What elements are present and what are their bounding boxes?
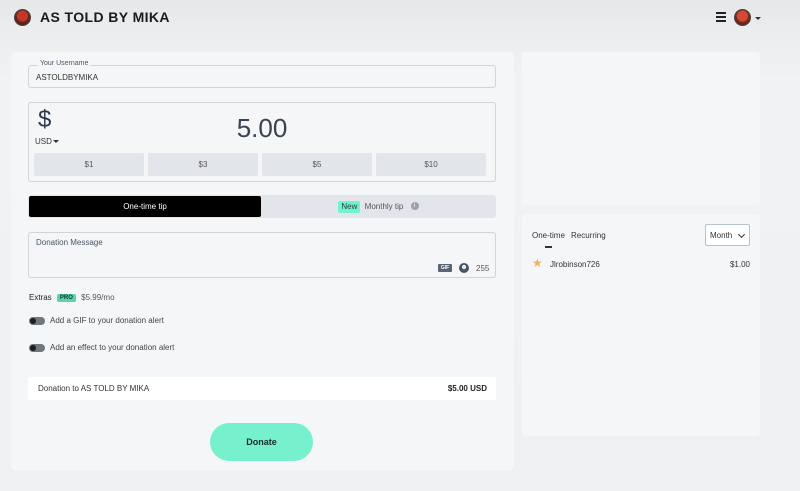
extras-row: Extras PRO $5.99/mo [29, 293, 115, 303]
gif-alert-label: Add a GIF to your donation alert [50, 316, 164, 325]
info-icon[interactable]: i [410, 201, 419, 210]
list-item: ★ Jlrobinson726 $1.00 [532, 256, 750, 271]
period-select[interactable]: Month [705, 224, 750, 246]
top-bar: AS TOLD BY MIKA [0, 0, 800, 40]
new-badge: New [338, 201, 361, 213]
monthly-tip-label: Monthly tip [364, 202, 404, 211]
preset-amount-button[interactable]: $10 [376, 153, 486, 176]
preset-amount-button[interactable]: $5 [262, 153, 372, 176]
chevron-down-icon [737, 230, 746, 239]
effect-alert-toggle[interactable] [29, 344, 45, 352]
amount-input[interactable]: 5.00 [29, 113, 495, 144]
donation-summary: Donation to AS TOLD BY MIKA $5.00 USD [28, 377, 496, 400]
tab-one-time[interactable]: One-time [532, 231, 565, 240]
gif-icon[interactable]: GIF [438, 264, 452, 272]
hamburger-menu-icon[interactable] [716, 12, 726, 22]
preset-amount-button[interactable]: $1 [34, 153, 144, 176]
username-label: Your Username [38, 60, 91, 67]
donation-message-field[interactable]: Donation Message GIF ☻ 255 [28, 232, 496, 278]
char-count: 255 [476, 264, 490, 273]
username-value[interactable]: ASTOLDBYMIKA [36, 73, 98, 82]
alert-preview-panel [522, 52, 760, 205]
user-avatar[interactable] [734, 9, 751, 26]
emoji-icon[interactable]: ☻ [459, 263, 469, 273]
donor-amount: $1.00 [729, 260, 750, 269]
page-title: AS TOLD BY MIKA [40, 9, 170, 25]
donor-name: Jlrobinson726 [550, 260, 600, 269]
one-time-tip-tab[interactable]: One-time tip [29, 196, 261, 217]
star-icon: ★ [532, 256, 543, 270]
donate-button[interactable]: Donate [210, 423, 313, 461]
tab-recurring[interactable]: Recurring [571, 231, 606, 240]
extras-price: $5.99/mo [81, 293, 115, 302]
summary-amount: $5.00 USD [447, 384, 487, 393]
username-field[interactable]: Your Username ASTOLDBYMIKA [28, 60, 496, 88]
extras-label: Extras [29, 293, 52, 302]
message-placeholder: Donation Message [36, 238, 103, 247]
monthly-tip-tab[interactable]: New Monthly tip i [262, 196, 495, 217]
preset-amount-button[interactable]: $3 [148, 153, 258, 176]
top-donors-panel: One-time Recurring Month ★ Jlrobinson726… [522, 214, 760, 436]
period-value: Month [710, 231, 733, 240]
summary-label: Donation to AS TOLD BY MIKA [38, 384, 150, 393]
active-tab-indicator [545, 246, 552, 248]
pro-badge: PRO [56, 294, 76, 302]
donation-form-panel: Your Username ASTOLDBYMIKA $ USD 5.00 $1… [11, 52, 514, 470]
chevron-down-icon[interactable] [755, 17, 761, 20]
tip-type-toggle: One-time tip New Monthly tip i [28, 195, 496, 218]
effect-alert-label: Add an effect to your donation alert [50, 343, 175, 352]
amount-box: $ USD 5.00 $1 $3 $5 $10 [28, 102, 496, 182]
creator-avatar[interactable] [14, 9, 31, 26]
gif-alert-toggle[interactable] [29, 317, 45, 325]
